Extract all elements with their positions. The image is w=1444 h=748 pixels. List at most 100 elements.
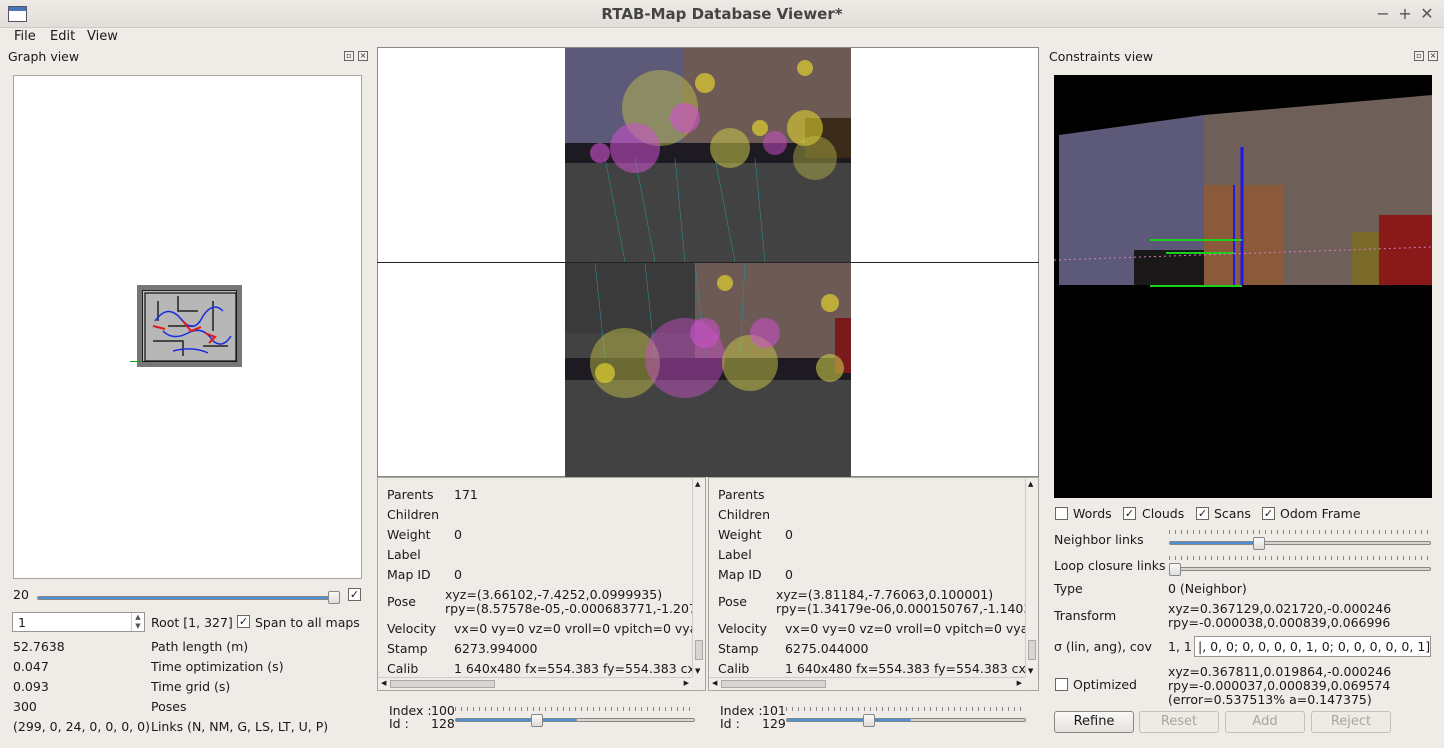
info-value: 0 <box>454 527 462 542</box>
info-value: 1 640x480 fx=554.383 fy=554.383 cx=3 <box>785 661 1039 676</box>
horizontal-scrollbar[interactable]: ◀ ▶ <box>378 677 692 690</box>
menu-edit[interactable]: Edit <box>50 29 75 44</box>
graph-slider-checkbox[interactable]: ✓ <box>348 588 361 601</box>
constraints-view-title: Constraints view <box>1049 49 1154 64</box>
info-value: xyz=(3.81184,-7.76063,0.100001) <box>776 587 994 602</box>
optimized-label: Optimized <box>1073 677 1137 692</box>
menu-view[interactable]: View <box>87 29 118 44</box>
graph-view-title: Graph view <box>8 49 80 64</box>
minimize-icon[interactable]: − <box>1374 4 1392 23</box>
info-label: Children <box>718 507 771 522</box>
info-row: Weight 0 <box>718 527 793 542</box>
refine-button[interactable]: Refine <box>1054 711 1134 733</box>
info-label: Stamp <box>718 641 759 656</box>
info-label: Pose <box>718 594 747 609</box>
neighbor-links-slider[interactable] <box>1169 530 1431 552</box>
stat-label: Time optimization (s) <box>151 659 284 674</box>
scans-checkbox[interactable]: ✓ <box>1196 507 1209 520</box>
info-row: Map ID 0 <box>387 567 462 582</box>
info-value: 6275.044000 <box>785 641 869 656</box>
info-value: xyz=(3.66102,-7.4252,0.0999935) <box>445 587 663 602</box>
loop-closure-slider[interactable] <box>1169 556 1431 578</box>
info-label: Map ID <box>718 567 762 582</box>
words-checkbox[interactable] <box>1055 507 1068 520</box>
reset-button[interactable]: Reset <box>1139 711 1219 733</box>
clouds-checkbox[interactable]: ✓ <box>1123 507 1136 520</box>
stat-value: 0.093 <box>13 679 49 694</box>
constraints-3d-view[interactable] <box>1054 75 1432 498</box>
info-row: Pose <box>718 594 747 609</box>
root-spinbox-value: 1 <box>18 615 26 630</box>
info-row: Weight 0 <box>387 527 462 542</box>
type-value: 0 (Neighbor) <box>1168 581 1247 596</box>
stat-label: Links (N, NM, G, LS, LT, U, P) <box>151 719 329 734</box>
spin-arrows-icon[interactable]: ▲ ▼ <box>131 613 144 631</box>
info-value: 171 <box>454 487 478 502</box>
float-icon[interactable]: ▫ <box>1414 51 1424 61</box>
id-value-a: 128 <box>431 716 455 731</box>
info-value: 1 640x480 fx=554.383 fy=554.383 cx=3 <box>454 661 706 676</box>
point-cloud <box>1054 75 1432 498</box>
graph-slider-value: 20 <box>13 587 29 602</box>
node-slider-b[interactable] <box>786 707 1026 729</box>
float-icon[interactable]: ▫ <box>344 51 354 61</box>
dock-close-icon[interactable]: × <box>1428 51 1438 61</box>
dock-close-icon[interactable]: × <box>358 51 368 61</box>
stat-value: 0.047 <box>13 659 49 674</box>
window-title: RTAB-Map Database Viewer* <box>601 5 843 23</box>
menu-bar: File Edit View <box>0 28 1444 46</box>
info-label: Velocity <box>718 621 768 636</box>
info-label: Calib <box>718 661 750 676</box>
add-button[interactable]: Add <box>1225 711 1305 733</box>
optimized-checkbox[interactable] <box>1055 678 1068 691</box>
info-label: Weight <box>387 527 431 542</box>
origin-axis <box>130 361 142 362</box>
optimized-error: (error=0.537513% a=0.147375) <box>1168 692 1372 707</box>
graph-slider[interactable] <box>37 591 342 604</box>
transform-label: Transform <box>1054 608 1117 623</box>
node-info-b[interactable]: Parents Children Weight 0 Label Map ID 0 P… <box>708 477 1039 691</box>
neighbor-links-label: Neighbor links <box>1054 532 1144 547</box>
node-info-a[interactable]: Parents 171 Children Weight 0 Label Map ID… <box>377 477 706 691</box>
root-spinbox[interactable]: 1 ▲ ▼ <box>12 612 145 632</box>
horizontal-scrollbar[interactable]: ◀ ▶ <box>709 677 1025 690</box>
menu-file[interactable]: File <box>14 29 36 44</box>
covariance-field[interactable]: |, 0, 0; 0, 0, 0, 0, 1, 0; 0, 0, 0, 0, 0… <box>1194 636 1431 657</box>
info-row: Map ID 0 <box>718 567 793 582</box>
title-bar: RTAB-Map Database Viewer* − + ✕ <box>0 0 1444 28</box>
vertical-scrollbar[interactable]: ▲ ▼ <box>692 478 705 677</box>
maximize-icon[interactable]: + <box>1396 4 1414 23</box>
root-label: Root [1, 327] <box>151 615 233 630</box>
vertical-scrollbar[interactable]: ▲ ▼ <box>1025 478 1038 677</box>
image-view-a[interactable] <box>565 48 851 262</box>
reject-button[interactable]: Reject <box>1311 711 1391 733</box>
clouds-label: Clouds <box>1142 506 1185 521</box>
info-row: Children <box>387 507 439 522</box>
info-row: Velocity vx=0 vy=0 vz=0 vroll=0 vpitch=0 … <box>387 621 705 636</box>
stat-value: 300 <box>13 699 37 714</box>
info-value: 0 <box>454 567 462 582</box>
image-view-b[interactable] <box>565 263 851 477</box>
stat-label: Poses <box>151 699 187 714</box>
odom-frame-checkbox[interactable]: ✓ <box>1262 507 1275 520</box>
info-label: Map ID <box>387 567 431 582</box>
info-value: rpy=(8.57578e-05,-0.000683771,-1.2073 <box>445 601 705 616</box>
info-label: Children <box>387 507 440 522</box>
info-row: Stamp 6273.994000 <box>387 641 538 656</box>
odom-frame-label: Odom Frame <box>1280 506 1361 521</box>
id-label-b: Id : <box>720 716 740 731</box>
graph-trajectory <box>144 292 237 362</box>
node-slider-a[interactable] <box>455 707 695 729</box>
info-row: Parents <box>718 487 765 502</box>
info-label: Velocity <box>387 621 437 636</box>
stat-value: (299, 0, 24, 0, 0, 0, 0) <box>13 719 150 734</box>
occupancy-map[interactable] <box>137 285 242 367</box>
info-value: 6273.994000 <box>454 641 538 656</box>
transform-rpy: rpy=-0.000038,0.000839,0.066996 <box>1168 615 1391 630</box>
close-icon[interactable]: ✕ <box>1418 4 1436 23</box>
sigma-value: 1, 1 <box>1168 639 1192 654</box>
info-value: vx=0 vy=0 vz=0 vroll=0 vpitch=0 vyaw= <box>454 621 706 636</box>
span-maps-checkbox[interactable]: ✓ <box>237 615 250 628</box>
optimized-xyz: xyz=0.367811,0.019864,-0.000246 <box>1168 664 1392 679</box>
info-label: Label <box>387 547 421 562</box>
